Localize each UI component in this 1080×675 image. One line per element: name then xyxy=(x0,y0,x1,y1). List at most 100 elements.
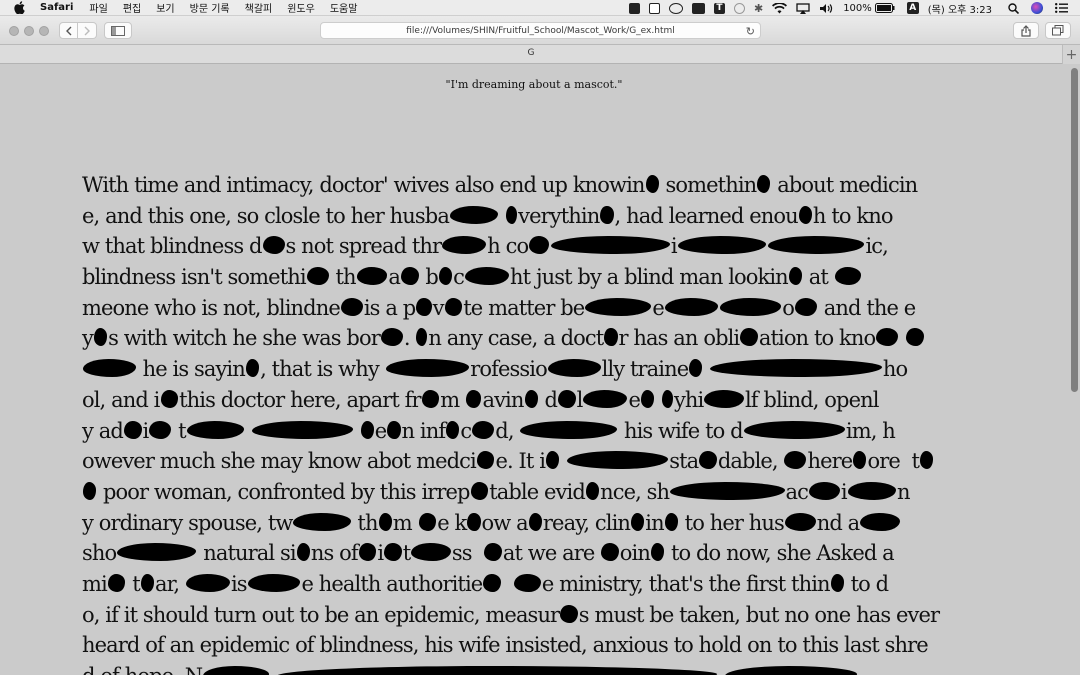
keyboard-icon[interactable] xyxy=(691,2,705,14)
ink-blot xyxy=(560,604,578,623)
wifi-icon[interactable] xyxy=(772,2,788,14)
siri-icon[interactable] xyxy=(1031,2,1043,14)
menu-window[interactable]: 윈도우 xyxy=(287,0,315,15)
ink-blot xyxy=(847,481,897,500)
ink-blot xyxy=(767,236,865,255)
reload-icon[interactable]: ↻ xyxy=(746,25,755,38)
ink-blot xyxy=(465,267,510,286)
text-line: poor woman, confronted by this irrep tabl… xyxy=(82,477,992,508)
ink-blot xyxy=(551,236,670,255)
ink-blot xyxy=(834,267,862,286)
address-bar[interactable]: file:///Volumes/SHIN/Fruitful_School/Mas… xyxy=(320,22,761,39)
text-line: d of hope. N xyxy=(82,661,992,675)
spotlight-search-icon[interactable] xyxy=(1008,2,1019,14)
ink-blot xyxy=(757,175,771,193)
ink-blot xyxy=(546,451,560,470)
ink-blot xyxy=(650,543,665,562)
share-button[interactable] xyxy=(1013,22,1039,39)
ink-blot xyxy=(743,420,845,439)
text-line: e, and this one, so closle to her husba … xyxy=(82,203,893,228)
volume-icon[interactable] xyxy=(819,3,834,14)
forward-button[interactable] xyxy=(78,22,97,39)
ink-blot xyxy=(360,420,374,439)
text-t-icon[interactable]: T xyxy=(713,2,725,14)
tab-title[interactable]: G xyxy=(0,48,1062,58)
ink-blot xyxy=(123,420,142,439)
stack-icon[interactable] xyxy=(628,2,640,14)
text-line: y ad i t en inf c d, his wife to d im, h xyxy=(82,418,896,443)
menu-bookmarks[interactable]: 책갈피 xyxy=(245,0,273,15)
ink-blot xyxy=(670,481,785,500)
ink-blot xyxy=(547,359,601,378)
bluetooth-icon[interactable]: ✱ xyxy=(754,2,763,15)
ink-blot xyxy=(245,359,260,378)
ink-blot xyxy=(689,359,703,378)
ink-blot xyxy=(567,451,669,470)
ink-blot xyxy=(558,389,576,408)
ink-blot xyxy=(809,481,840,500)
apple-menu-icon[interactable] xyxy=(14,1,28,14)
ink-blot xyxy=(356,267,388,286)
ink-blot xyxy=(470,481,489,500)
app-menu[interactable]: Safari xyxy=(40,2,73,13)
ink-blot xyxy=(140,573,154,592)
ink-blot xyxy=(378,512,392,531)
ink-blot xyxy=(476,451,495,470)
ink-blot xyxy=(661,389,673,408)
minimize-window-button[interactable] xyxy=(24,26,34,36)
menu-help[interactable]: 도움말 xyxy=(330,0,358,15)
ink-blot xyxy=(83,359,136,378)
ink-blot xyxy=(699,451,717,470)
battery-icon[interactable] xyxy=(874,3,895,13)
notification-center-icon[interactable] xyxy=(1055,3,1068,13)
creative-cloud-icon[interactable] xyxy=(668,2,683,14)
ink-blot xyxy=(724,666,857,675)
ink-blot xyxy=(664,512,678,531)
ink-blot xyxy=(185,573,230,592)
menu-history[interactable]: 방문 기록 xyxy=(190,0,230,15)
ink-blot xyxy=(83,481,97,500)
zoom-window-button[interactable] xyxy=(39,26,49,36)
ink-blot xyxy=(117,543,197,562)
window-icon[interactable] xyxy=(648,2,660,14)
airplay-icon[interactable] xyxy=(796,2,810,14)
ink-blot xyxy=(251,420,353,439)
menu-edit[interactable]: 편집 xyxy=(123,0,141,15)
tab-bar: G + xyxy=(0,45,1080,64)
ink-blot xyxy=(484,543,502,562)
timer-icon[interactable] xyxy=(733,2,745,14)
ink-blot xyxy=(93,328,108,347)
input-source-indicator[interactable]: A xyxy=(906,2,919,14)
vertical-scrollbar[interactable] xyxy=(1071,68,1078,392)
ink-blot xyxy=(416,328,428,347)
text-line: mi t ar, is e health authoritie e ministry… xyxy=(82,571,889,596)
ink-blot xyxy=(262,236,285,255)
tab-overview-button[interactable] xyxy=(1045,22,1071,39)
ink-blot xyxy=(664,297,718,316)
new-tab-button[interactable]: + xyxy=(1062,45,1080,64)
close-window-button[interactable] xyxy=(9,26,19,36)
ink-blot xyxy=(506,205,518,224)
text-line: heard of an epidemic of blindness, his w… xyxy=(82,633,929,658)
menu-file[interactable]: 파일 xyxy=(89,0,107,15)
ink-blot xyxy=(788,267,802,286)
ink-blot xyxy=(293,512,351,531)
battery-percent: 100% xyxy=(843,2,872,14)
ink-blot xyxy=(631,512,645,531)
sidebar-button[interactable] xyxy=(104,22,132,39)
web-content: "I'm dreaming about a mascot." With time… xyxy=(0,64,1080,675)
ink-blot xyxy=(203,666,270,675)
ink-blot xyxy=(421,389,440,408)
text-line: he is sayin, that is why rofessio lly tra… xyxy=(82,354,992,385)
ink-blot xyxy=(449,205,499,224)
ink-blot xyxy=(514,573,541,592)
ink-blot xyxy=(740,328,758,347)
ink-blot xyxy=(483,573,501,592)
menu-view[interactable]: 보기 xyxy=(156,0,174,15)
ink-blot xyxy=(401,267,419,286)
clock[interactable]: (목) 오후 3:23 xyxy=(928,1,992,16)
ink-blot xyxy=(442,236,487,255)
back-button[interactable] xyxy=(59,22,78,39)
ink-blot xyxy=(677,236,766,255)
ink-blot xyxy=(444,297,463,316)
